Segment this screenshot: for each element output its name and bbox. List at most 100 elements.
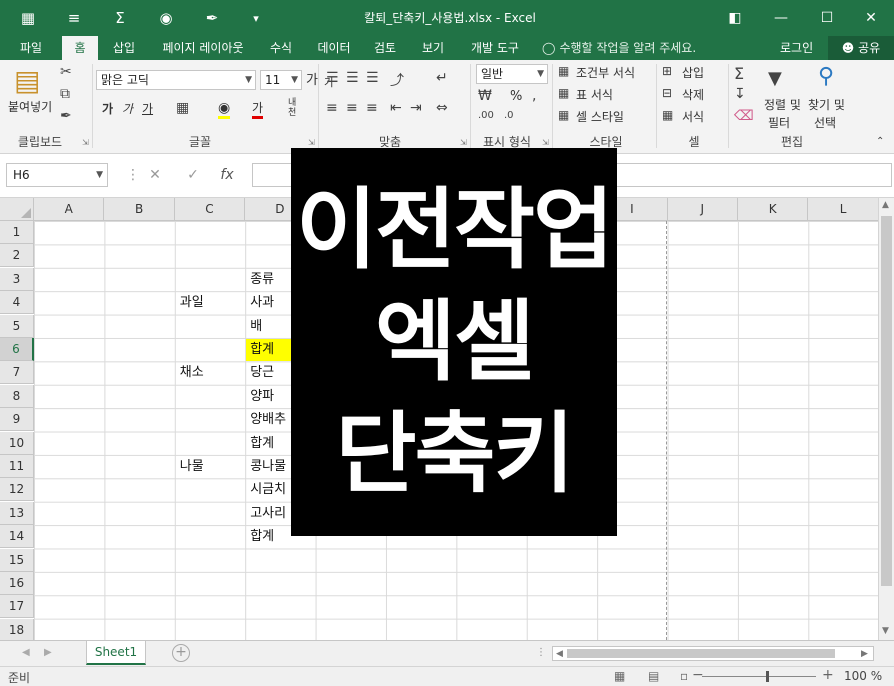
add-sheet-icon[interactable]: + [172,644,190,662]
normal-view-icon[interactable]: ▦ [614,669,625,683]
name-box[interactable]: H6 ▼ [6,163,108,187]
clipboard-launcher-icon[interactable]: ⇲ [82,138,89,147]
row-header-18[interactable]: 18 [0,618,34,640]
minimize-icon[interactable]: — [758,0,804,36]
align-left-icon[interactable]: ≡ [326,100,338,116]
scroll-left-icon[interactable]: ◀ [556,649,563,659]
sigma-icon[interactable]: Σ [100,0,140,36]
cell-c7[interactable]: 채소 [176,362,245,384]
insert-cells-button[interactable]: 삽입 [682,64,704,82]
phonetic-button[interactable]: 내천 [288,98,302,118]
table-icon[interactable]: ▦ [8,0,48,36]
column-header-c[interactable]: C [174,198,246,221]
font-name-select[interactable]: 맑은 고딕 ▼ [96,70,256,90]
cut-icon[interactable]: ✂ [60,64,72,80]
zoom-out-icon[interactable]: − [692,667,704,683]
column-header-k[interactable]: K [738,198,809,221]
close-icon[interactable]: ✕ [848,0,894,36]
align-center-icon[interactable]: ≡ [346,100,358,116]
italic-button[interactable]: 가 [122,100,133,118]
column-header-a[interactable]: A [34,198,105,221]
fill-down-icon[interactable]: ↧ [734,86,746,102]
paste-button[interactable]: 붙여넣기 [8,98,52,116]
bold-button[interactable]: 가 [102,100,113,118]
tab-home[interactable]: 홈 [62,36,98,60]
fill-color-icon[interactable]: ◉ [218,100,231,119]
share-button[interactable]: ☻ 공유 [828,36,894,60]
insert-function-button[interactable]: fx [212,163,242,187]
row-header-2[interactable]: 2 [0,244,34,268]
basketball-icon[interactable]: ◉ [146,0,186,36]
underline-button[interactable]: 가 [142,100,153,118]
delete-cells-button[interactable]: 삭제 [682,86,704,104]
conditional-format-button[interactable]: 조건부 서식 [576,64,635,82]
enter-icon[interactable]: ✓ [178,163,208,187]
sheet-tab[interactable]: Sheet1 [86,641,146,665]
row-header-13[interactable]: 13 [0,501,34,525]
align-top-icon[interactable]: ☰ [326,70,339,86]
column-header-j[interactable]: J [667,198,738,221]
autosum-icon[interactable]: Σ [734,64,744,83]
vertical-scrollbar[interactable]: ▲ ▼ [878,198,894,640]
decrease-decimal-icon[interactable]: .0 [504,110,514,121]
row-header-1[interactable]: 1 [0,221,34,244]
alignment-launcher-icon[interactable]: ⇲ [460,138,467,147]
font-launcher-icon[interactable]: ⇲ [308,138,315,147]
page-break-view-icon[interactable]: ▫ [680,669,688,683]
zoom-level[interactable]: 100 % [844,669,882,683]
row-header-14[interactable]: 14 [0,525,34,549]
number-format-select[interactable]: 일반 ▼ [476,64,548,84]
format-painter-icon[interactable]: ✒ [60,108,72,124]
row-header-12[interactable]: 12 [0,478,34,502]
tab-developer[interactable]: 개발 도구 [462,36,528,60]
row-header-9[interactable]: 9 [0,408,34,432]
increase-decimal-icon[interactable]: .00 [478,110,494,121]
select-all-button[interactable] [0,198,34,221]
horizontal-scrollbar[interactable]: ◀ ▶ [552,646,874,661]
vertical-scroll-thumb[interactable] [881,216,892,586]
row-header-15[interactable]: 15 [0,548,34,572]
row-header-6[interactable]: 6 [0,338,34,361]
column-header-l[interactable]: L [808,198,878,221]
tab-view[interactable]: 보기 [414,36,452,60]
number-launcher-icon[interactable]: ⇲ [542,138,549,147]
tab-insert[interactable]: 삽입 [104,36,144,60]
page-layout-view-icon[interactable]: ▤ [648,669,659,683]
increase-indent-icon[interactable]: ⇥ [410,100,422,116]
column-header-b[interactable]: B [104,198,175,221]
copy-icon[interactable]: ⧉ [60,86,70,102]
comma-icon[interactable]: , [532,88,536,104]
decrease-indent-icon[interactable]: ⇤ [390,100,402,116]
align-right-icon[interactable]: ≡ [366,100,378,116]
row-header-17[interactable]: 17 [0,595,34,619]
align-middle-icon[interactable]: ☰ [346,70,359,86]
percent-button[interactable]: % [510,88,522,106]
align-bottom-icon[interactable]: ☰ [366,70,379,86]
table-format-button[interactable]: 표 서식 [576,86,613,104]
paste-icon[interactable]: ▤ [14,64,40,97]
row-header-16[interactable]: 16 [0,572,34,595]
sheet-prev-icon[interactable]: ◀ [22,647,30,658]
scroll-up-icon[interactable]: ▲ [882,200,889,210]
cell-c11[interactable]: 나물 [176,456,245,478]
font-size-select[interactable]: 11 ▼ [260,70,302,90]
zoom-slider-thumb[interactable] [766,671,769,682]
grow-font-button[interactable]: 가 [306,72,318,90]
tab-formulas[interactable]: 수식 [262,36,300,60]
row-header-8[interactable]: 8 [0,384,34,408]
cell-styles-button[interactable]: 셀 스타일 [576,108,624,126]
more-options-icon[interactable]: ⋮ [536,647,546,658]
row-header-11[interactable]: 11 [0,455,34,478]
brush-icon[interactable]: ✒ [192,0,232,36]
cell-c4[interactable]: 과일 [176,292,245,314]
menu-lines-icon[interactable]: ≡ [54,0,94,36]
row-header-10[interactable]: 10 [0,431,34,455]
row-header-3[interactable]: 3 [0,267,34,291]
zoom-slider[interactable] [702,676,816,677]
horizontal-scroll-thumb[interactable] [567,649,835,658]
wrap-text-icon[interactable]: ↵ [436,70,448,86]
orientation-icon[interactable]: ⤴ [390,70,404,90]
tab-data[interactable]: 데이터 [310,36,358,60]
merge-center-icon[interactable]: ⇔ [436,100,448,116]
tab-file[interactable]: 파일 [8,36,54,60]
